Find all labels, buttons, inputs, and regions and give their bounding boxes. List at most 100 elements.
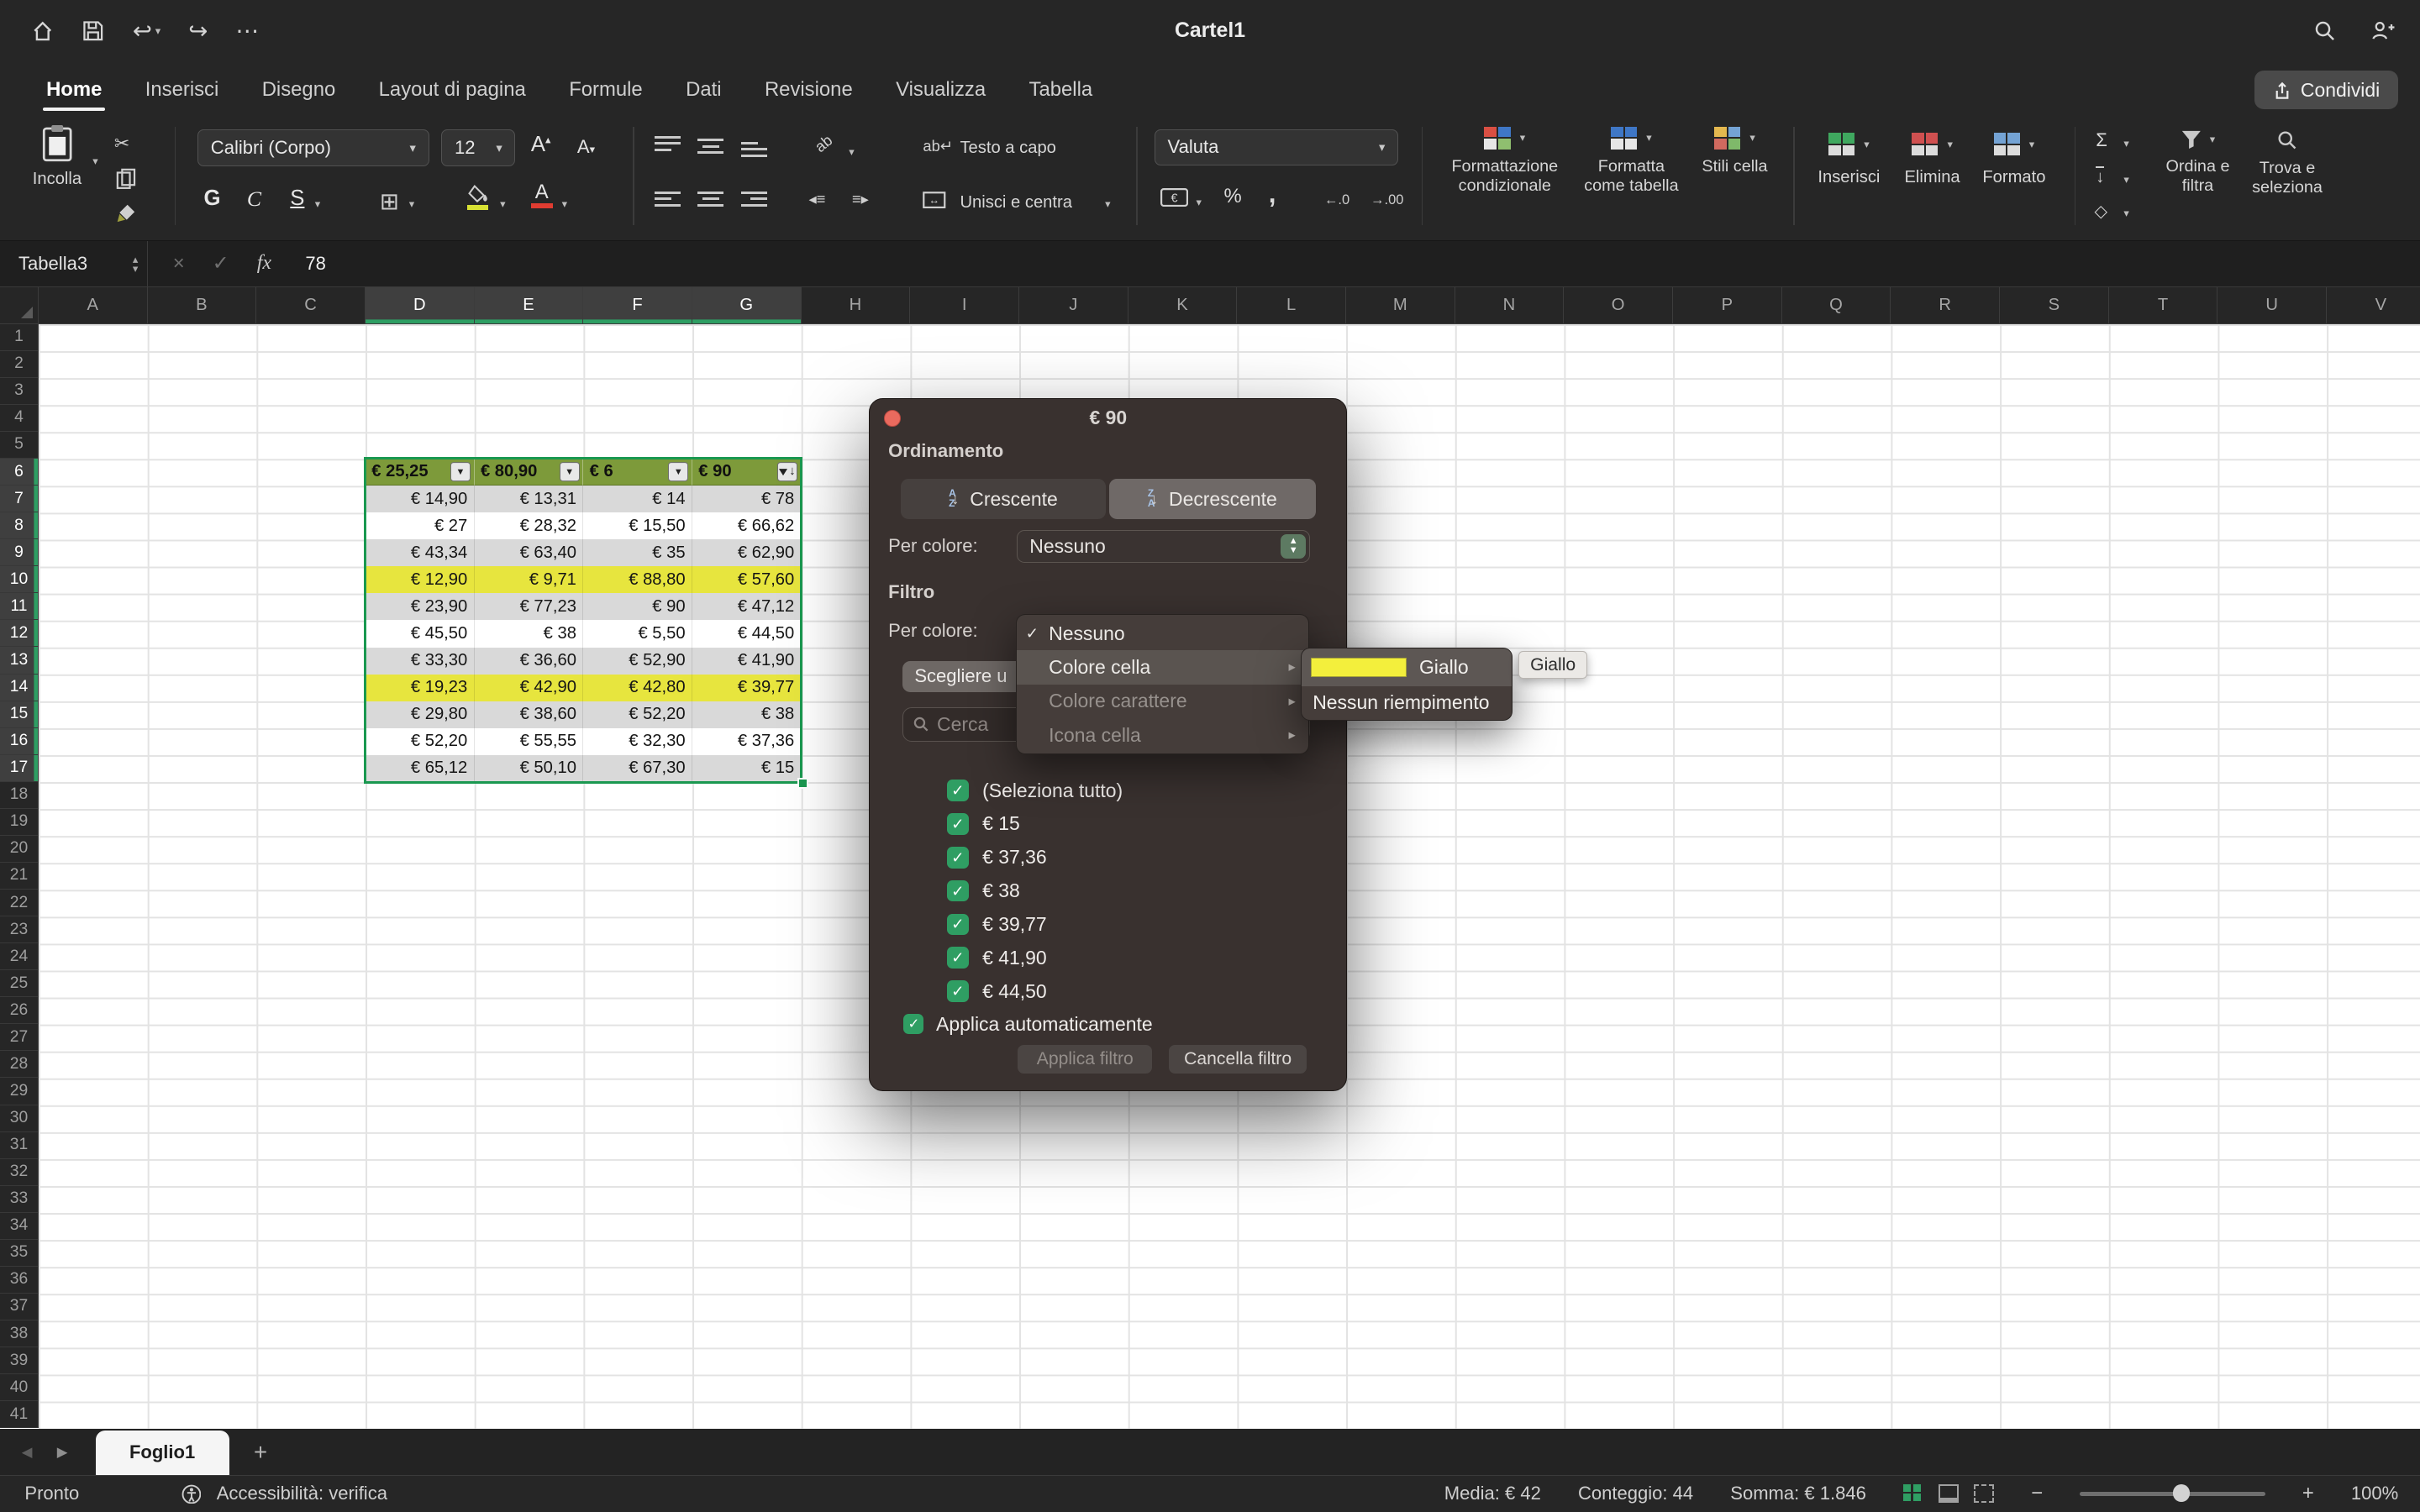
table-cell[interactable]: € 33,30 [366, 648, 475, 675]
sort-ascending-button[interactable]: AZ↓ Crescente [901, 479, 1106, 519]
table-cell[interactable]: € 23,90 [366, 593, 475, 620]
submenu-no-fill-option[interactable]: Nessun riempimento [1302, 686, 1512, 720]
column-header-I[interactable]: I [910, 287, 1019, 324]
table-cell[interactable]: € 63,40 [475, 539, 584, 566]
zoom-in-icon[interactable]: + [2302, 1482, 2314, 1505]
table-cell[interactable]: € 38 [692, 701, 802, 728]
fill-color-button[interactable] [466, 185, 490, 209]
table-cell[interactable]: € 29,80 [366, 701, 475, 728]
italic-button[interactable]: C [247, 186, 261, 212]
filter-value-row-15[interactable]: ✓€ 15 [947, 807, 1123, 841]
decrease-indent-icon[interactable]: ◂≡ [808, 190, 825, 208]
menu-item-nessuno[interactable]: ✓Nessuno [1017, 617, 1308, 650]
menu-item-colore-carattere[interactable]: Colore carattere▸ [1017, 685, 1308, 718]
table-cell[interactable]: € 42,80 [583, 675, 692, 701]
increase-font-icon[interactable]: A▴ [531, 133, 551, 157]
font-color-button[interactable]: A [531, 182, 553, 208]
table-cell[interactable]: € 9,71 [475, 566, 584, 593]
table-cell[interactable]: € 38,60 [475, 701, 584, 728]
prev-sheet-icon[interactable]: ◀ [22, 1444, 33, 1461]
page-break-view-icon[interactable] [1974, 1484, 1994, 1503]
column-header-O[interactable]: O [1564, 287, 1673, 324]
checked-checkbox-icon[interactable]: ✓ [947, 914, 969, 936]
checked-checkbox-icon[interactable]: ✓ [947, 947, 969, 969]
share-button[interactable]: Condividi [2254, 71, 2398, 109]
row-header-27[interactable]: 27 [0, 1024, 39, 1051]
format-painter-icon[interactable] [116, 203, 136, 223]
confirm-entry-icon[interactable]: ✓ [213, 251, 229, 276]
column-header-J[interactable]: J [1019, 287, 1128, 324]
column-header-N[interactable]: N [1455, 287, 1565, 324]
row-header-29[interactable]: 29 [0, 1078, 39, 1105]
table-cell[interactable]: € 66,62 [692, 512, 802, 539]
row-header-13[interactable]: 13 [0, 647, 39, 674]
row-header-1[interactable]: 1 [0, 324, 39, 351]
fill-down-icon[interactable]: ↓ [2096, 166, 2104, 186]
row-header-30[interactable]: 30 [0, 1105, 39, 1132]
table-cell[interactable]: € 36,60 [475, 648, 584, 675]
format-cells-button[interactable]: ▾ Formato [1975, 133, 2053, 187]
filter-sorted-button[interactable]: ↓ [777, 462, 797, 482]
row-header-8[interactable]: 8 [0, 512, 39, 539]
table-cell[interactable]: € 52,20 [583, 701, 692, 728]
row-header-26[interactable]: 26 [0, 997, 39, 1024]
sort-descending-button[interactable]: ZA↓ Decrescente [1109, 479, 1316, 519]
table-cell[interactable]: € 67,30 [583, 755, 692, 782]
table-cell[interactable]: € 15 [692, 755, 802, 782]
menu-item-colore-cella[interactable]: Colore cella▸ [1017, 650, 1308, 684]
align-bottom-icon[interactable] [741, 142, 767, 157]
checked-checkbox-icon[interactable]: ✓ [947, 813, 969, 835]
checked-checkbox-icon[interactable]: ✓ [947, 847, 969, 869]
clear-icon[interactable]: ◇ [2094, 201, 2107, 222]
orientation-chevron-icon[interactable]: ▾ [849, 145, 854, 159]
next-sheet-icon[interactable]: ▶ [57, 1444, 68, 1461]
table-cell[interactable]: € 77,23 [475, 593, 584, 620]
format-as-table-button[interactable]: ▾ Formatta come tabella [1577, 127, 1686, 197]
orientation-icon[interactable]: ab [811, 131, 836, 156]
column-header-G[interactable]: G [692, 287, 802, 324]
conditional-formatting-button[interactable]: ▾ Formattazione condizionale [1439, 127, 1571, 197]
tab-formule[interactable]: Formule [547, 61, 664, 117]
align-left-icon[interactable] [655, 192, 681, 207]
insert-function-icon[interactable]: fx [257, 252, 271, 275]
accessibility-status[interactable]: Accessibilità: verifica [217, 1483, 387, 1504]
table-cell[interactable]: € 37,36 [692, 728, 802, 755]
underline-button[interactable]: S [290, 186, 304, 211]
row-header-28[interactable]: 28 [0, 1051, 39, 1078]
name-box-stepper-icon[interactable]: ▴▾ [133, 255, 138, 273]
column-header-P[interactable]: P [1673, 287, 1782, 324]
zoom-slider-knob[interactable] [2173, 1484, 2190, 1501]
menu-item-icona-cella[interactable]: Icona cella▸ [1017, 718, 1308, 752]
autosum-chevron-icon[interactable]: ▾ [2123, 137, 2128, 150]
font-size-select[interactable]: 12▾ [441, 129, 515, 166]
column-header-L[interactable]: L [1237, 287, 1346, 324]
increase-indent-icon[interactable]: ≡▸ [852, 190, 869, 208]
submenu-color-option[interactable]: Giallo [1302, 648, 1512, 685]
name-box[interactable]: Tabella3 ▴▾ [0, 241, 148, 286]
merge-center-label[interactable]: Unisci e centra [960, 193, 1072, 213]
column-header-F[interactable]: F [583, 287, 692, 324]
table-cell[interactable]: € 27 [366, 512, 475, 539]
row-header-25[interactable]: 25 [0, 970, 39, 997]
row-header-35[interactable]: 35 [0, 1240, 39, 1267]
apply-filter-button[interactable]: Applica filtro [1018, 1045, 1152, 1073]
row-header-3[interactable]: 3 [0, 378, 39, 405]
table-cell[interactable]: € 52,20 [366, 728, 475, 755]
column-header-H[interactable]: H [802, 287, 911, 324]
table-cell[interactable]: € 38 [475, 620, 584, 647]
comma-style-icon[interactable]: , [1269, 179, 1276, 209]
table-cell[interactable]: € 41,90 [692, 648, 802, 675]
table-cell[interactable]: € 28,32 [475, 512, 584, 539]
row-header-5[interactable]: 5 [0, 432, 39, 459]
row-header-17[interactable]: 17 [0, 755, 39, 782]
column-header-C[interactable]: C [256, 287, 366, 324]
percent-style-icon[interactable]: % [1224, 185, 1242, 208]
filter-value-row-39-77[interactable]: ✓€ 39,77 [947, 908, 1123, 942]
column-header-U[interactable]: U [2217, 287, 2327, 324]
tab-inserisci[interactable]: Inserisci [124, 61, 240, 117]
column-header-R[interactable]: R [1891, 287, 2000, 324]
table-cell[interactable]: € 43,34 [366, 539, 475, 566]
table-cell[interactable]: € 65,12 [366, 755, 475, 782]
row-header-40[interactable]: 40 [0, 1374, 39, 1401]
column-header-S[interactable]: S [2000, 287, 2109, 324]
